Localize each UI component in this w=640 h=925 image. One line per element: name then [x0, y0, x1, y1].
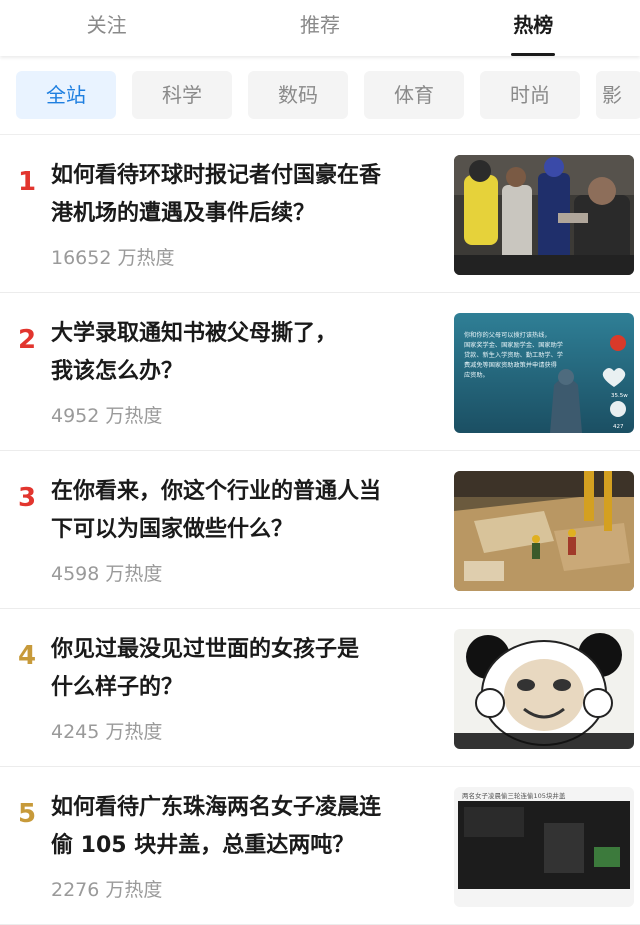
title-line: 如何看待广东珠海两名女子凌晨连 — [51, 795, 382, 820]
hot-list-item[interactable]: 1 如何看待环球时报记者付国豪在香 港机场的遭遇及事件后续？ 16652 万热度 — [0, 135, 640, 293]
thumbnail-cctv-footage[interactable]: 两名女子凌晨偷三轮连偷105块井盖 — [454, 787, 634, 907]
tab-follow[interactable]: 关注 — [0, 0, 213, 56]
title-line: 如何看待环球时报记者付国豪在香 — [51, 163, 382, 188]
hot-list-item[interactable]: 3 在你看来，你这个行业的普通人当 下可以为国家做些什么？ 4598 万热度 — [0, 451, 640, 609]
thumb-comments: 427 — [613, 424, 624, 430]
rank-number: 1 — [17, 167, 37, 197]
thumbnail-panda-meme[interactable] — [454, 629, 634, 749]
title-line: 偷 105 块井盖，总重达两吨？ — [51, 833, 355, 858]
chip-all-site[interactable]: 全站 — [16, 71, 116, 119]
title-line: 下可以为国家做些什么？ — [51, 517, 294, 542]
chip-film[interactable]: 影 — [596, 71, 640, 119]
heat-count: 4952 万热度 — [51, 405, 163, 427]
rank-number: 3 — [17, 483, 37, 513]
chip-digital[interactable]: 数码 — [248, 71, 348, 119]
chip-fashion[interactable]: 时尚 — [480, 71, 580, 119]
hot-list: 1 如何看待环球时报记者付国豪在香 港机场的遭遇及事件后续？ 16652 万热度 — [0, 135, 640, 925]
hot-list-item[interactable]: 4 你见过最没见过世面的女孩子是 什么样子的？ 4245 万热度 — [0, 609, 640, 767]
thumb-likes: 35.5w — [611, 393, 628, 399]
question-title[interactable]: 如何看待广东珠海两名女子凌晨连 偷 105 块井盖，总重达两吨？ — [51, 789, 441, 865]
question-title[interactable]: 在你看来，你这个行业的普通人当 下可以为国家做些什么？ — [51, 473, 441, 549]
heat-count: 4598 万热度 — [51, 563, 163, 585]
title-line: 大学录取通知书被父母撕了， — [51, 321, 338, 346]
thumbnail-airport-crowd[interactable] — [454, 155, 634, 275]
tab-hot-list[interactable]: 热榜 — [427, 0, 640, 56]
title-line: 什么样子的？ — [51, 675, 184, 700]
thumbnail-construction-site[interactable] — [454, 471, 634, 591]
category-chip-bar: 全站 科学 数码 体育 时尚 影 — [0, 56, 640, 135]
title-line: 港机场的遭遇及事件后续？ — [51, 201, 316, 226]
thumb-text-line: 应资助。 — [464, 371, 489, 379]
rank-number: 5 — [17, 799, 37, 829]
top-tab-bar: 关注 推荐 热榜 — [0, 0, 640, 56]
hot-list-item[interactable]: 2 大学录取通知书被父母撕了， 我该怎么办？ 4952 万热度 你和你的父母可以… — [0, 293, 640, 451]
chip-sports[interactable]: 体育 — [364, 71, 464, 119]
hot-list-item[interactable]: 5 如何看待广东珠海两名女子凌晨连 偷 105 块井盖，总重达两吨？ 2276 … — [0, 767, 640, 925]
question-title[interactable]: 你见过最没见过世面的女孩子是 什么样子的？ — [51, 631, 441, 707]
thumbnail-video-screenshot[interactable]: 你和你的父母可以拨打该热线， 国家奖学金、国家励学金、国家助学 贷款、新生入学资… — [454, 313, 634, 433]
chip-science[interactable]: 科学 — [132, 71, 232, 119]
heat-count: 16652 万热度 — [51, 247, 175, 269]
thumb-text-line: 贷款、新生入学资助、勤工助学、学 — [464, 351, 563, 359]
thumb-text-line: 你和你的父母可以拨打该热线， — [464, 331, 551, 339]
question-title[interactable]: 如何看待环球时报记者付国豪在香 港机场的遭遇及事件后续？ — [51, 157, 441, 233]
title-line: 在你看来，你这个行业的普通人当 — [51, 479, 382, 504]
title-line: 我该怎么办？ — [51, 359, 184, 384]
heat-count: 2276 万热度 — [51, 879, 163, 901]
thumb-caption: 两名女子凌晨偷三轮连偷105块井盖 — [462, 791, 566, 800]
thumb-text-line: 国家奖学金、国家励学金、国家助学 — [464, 341, 563, 349]
heat-count: 4245 万热度 — [51, 721, 163, 743]
rank-number: 2 — [17, 325, 37, 355]
rank-number: 4 — [17, 641, 37, 671]
title-line: 你见过最没见过世面的女孩子是 — [51, 637, 360, 662]
thumb-text-line: 费减免等国家资助政策并申请获得 — [464, 361, 557, 369]
tab-recommend[interactable]: 推荐 — [213, 0, 426, 56]
question-title[interactable]: 大学录取通知书被父母撕了， 我该怎么办？ — [51, 315, 441, 391]
